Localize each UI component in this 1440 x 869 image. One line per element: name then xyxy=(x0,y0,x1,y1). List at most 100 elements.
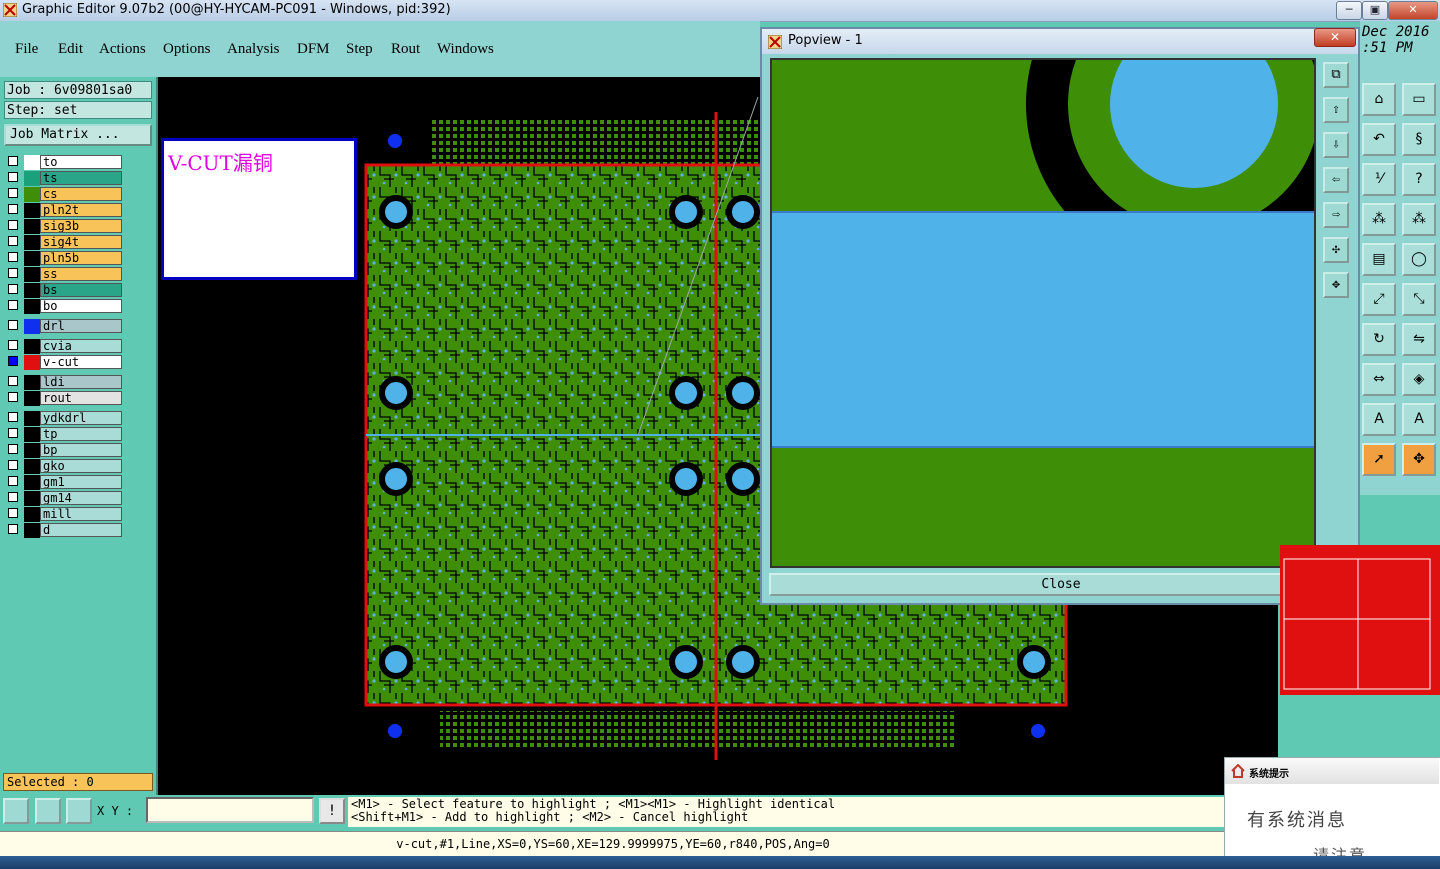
menu-edit[interactable]: Edit xyxy=(58,41,83,58)
layer-name[interactable]: v-cut xyxy=(40,355,122,369)
layer-color-swatch[interactable] xyxy=(24,391,40,406)
menu-dfm[interactable]: DFM xyxy=(297,41,330,58)
menu-rout[interactable]: Rout xyxy=(391,41,420,58)
popview-close-button[interactable]: Close xyxy=(769,573,1353,596)
layer-color-swatch[interactable] xyxy=(24,443,40,458)
layer-color-swatch[interactable] xyxy=(24,171,40,186)
layer-checkbox[interactable] xyxy=(8,156,18,166)
layer-color-swatch[interactable] xyxy=(24,267,40,282)
menu-step[interactable]: Step xyxy=(346,41,373,58)
popview-pan-right-icon[interactable]: ⇨ xyxy=(1323,202,1349,228)
layer-name[interactable]: pln5b xyxy=(40,251,122,265)
layer-checkbox[interactable] xyxy=(8,340,18,350)
layer-checkbox[interactable] xyxy=(8,376,18,386)
layer-name[interactable]: sig3b xyxy=(40,219,122,233)
layer-name[interactable]: gm1 xyxy=(40,475,122,489)
layer-checkbox[interactable] xyxy=(8,188,18,198)
job-matrix-button[interactable]: Job Matrix ... xyxy=(4,124,152,146)
layer-name[interactable]: tp xyxy=(40,427,122,441)
help-icon[interactable]: ? xyxy=(1402,163,1436,196)
popview-pan-down-icon[interactable]: ⇩ xyxy=(1323,132,1349,158)
layer-checkbox[interactable] xyxy=(8,524,18,534)
layer-checkbox[interactable] xyxy=(8,320,18,330)
layer-name[interactable]: ldi xyxy=(40,375,122,389)
layer-checkbox[interactable] xyxy=(8,460,18,470)
layer-checkbox[interactable] xyxy=(8,220,18,230)
layer-color-swatch[interactable] xyxy=(24,339,40,354)
layer-color-swatch[interactable] xyxy=(24,491,40,506)
layer-name[interactable]: gm14 xyxy=(40,491,122,505)
layer-name[interactable]: ts xyxy=(40,171,122,185)
popview-pan-up-icon[interactable]: ⇧ xyxy=(1323,97,1349,123)
layer-row-pln2t[interactable]: pln2t xyxy=(6,203,126,218)
rotate-icon[interactable]: ↻ xyxy=(1362,323,1396,356)
layer-row-sig3b[interactable]: sig3b xyxy=(6,219,126,234)
xy-submit-button[interactable]: ! xyxy=(319,798,345,824)
layer-row-d[interactable]: d xyxy=(6,523,126,538)
popview-canvas[interactable] xyxy=(770,58,1316,568)
menu-windows[interactable]: Windows xyxy=(437,41,494,58)
close-button[interactable]: ✕ xyxy=(1388,1,1438,20)
layer-name[interactable]: cs xyxy=(40,187,122,201)
maximize-button[interactable]: ▣ xyxy=(1362,1,1388,20)
layer-color-swatch[interactable] xyxy=(24,523,40,538)
shapes-icon[interactable]: ◈ xyxy=(1402,363,1436,396)
layer-row-bs[interactable]: bs xyxy=(6,283,126,298)
layer-name[interactable]: mill xyxy=(40,507,122,521)
layer-row-v-cut[interactable]: v-cut xyxy=(6,355,126,370)
layers-red-alt-icon[interactable]: ⁂ xyxy=(1402,203,1436,236)
layer-row-pln5b[interactable]: pln5b xyxy=(6,251,126,266)
ruler-icon[interactable]: ▤ xyxy=(1362,243,1396,276)
layer-checkbox[interactable] xyxy=(8,444,18,454)
layer-color-swatch[interactable] xyxy=(24,235,40,250)
layer-checkbox[interactable] xyxy=(8,492,18,502)
layer-name[interactable]: rout xyxy=(40,391,122,405)
layers-red-icon[interactable]: ⁂ xyxy=(1362,203,1396,236)
layer-color-swatch[interactable] xyxy=(24,355,40,370)
layer-row-mill[interactable]: mill xyxy=(6,507,126,522)
select-move-icon[interactable]: ✥ xyxy=(1402,443,1436,476)
minimize-button[interactable]: ─ xyxy=(1336,1,1362,20)
popview-close-icon[interactable]: ✕ xyxy=(1314,28,1356,47)
layer-row-rout[interactable]: rout xyxy=(6,391,126,406)
layer-row-gko[interactable]: gko xyxy=(6,459,126,474)
layer-row-gm1[interactable]: gm1 xyxy=(6,475,126,490)
layer-name[interactable]: ydkdrl xyxy=(40,411,122,425)
layer-row-tp[interactable]: tp xyxy=(6,427,126,442)
layer-row-cvia[interactable]: cvia xyxy=(6,339,126,354)
layer-color-swatch[interactable] xyxy=(24,427,40,442)
layer-row-ldi[interactable]: ldi xyxy=(6,375,126,390)
layer-name[interactable]: d xyxy=(40,523,122,537)
scale-icon[interactable]: ⅟ xyxy=(1362,163,1396,196)
zoom-diagonal-icon[interactable] xyxy=(35,798,61,824)
layer-color-swatch[interactable] xyxy=(24,187,40,202)
layer-row-bp[interactable]: bp xyxy=(6,443,126,458)
window-icon[interactable]: ▭ xyxy=(1402,83,1436,116)
layer-color-swatch[interactable] xyxy=(24,319,40,334)
menu-options[interactable]: Options xyxy=(163,41,211,58)
select-pointer-icon[interactable]: ➚ xyxy=(1362,443,1396,476)
layer-color-swatch[interactable] xyxy=(24,475,40,490)
layer-row-drl[interactable]: drl xyxy=(6,319,126,334)
layer-color-swatch[interactable] xyxy=(24,299,40,314)
zoom-area-icon[interactable] xyxy=(3,798,29,824)
layer-row-sig4t[interactable]: sig4t xyxy=(6,235,126,250)
grid-icon[interactable] xyxy=(66,798,92,824)
layer-checkbox[interactable] xyxy=(8,204,18,214)
menu-analysis[interactable]: Analysis xyxy=(227,41,280,58)
layer-checkbox[interactable] xyxy=(8,172,18,182)
layer-color-swatch[interactable] xyxy=(24,219,40,234)
layer-color-swatch[interactable] xyxy=(24,507,40,522)
xy-input[interactable] xyxy=(146,797,314,823)
layer-checkbox[interactable] xyxy=(8,356,18,366)
layer-row-ts[interactable]: ts xyxy=(6,171,126,186)
layer-row-gm14[interactable]: gm14 xyxy=(6,491,126,506)
undo-icon[interactable]: ↶ xyxy=(1362,123,1396,156)
layer-checkbox[interactable] xyxy=(8,392,18,402)
redraw-icon[interactable]: § xyxy=(1402,123,1436,156)
layer-color-swatch[interactable] xyxy=(24,375,40,390)
layer-checkbox[interactable] xyxy=(8,252,18,262)
layer-name[interactable]: gko xyxy=(40,459,122,473)
layer-name[interactable]: bo xyxy=(40,299,122,313)
system-notification[interactable]: 系统提示 有系统消息 请注意 xyxy=(1224,757,1440,865)
